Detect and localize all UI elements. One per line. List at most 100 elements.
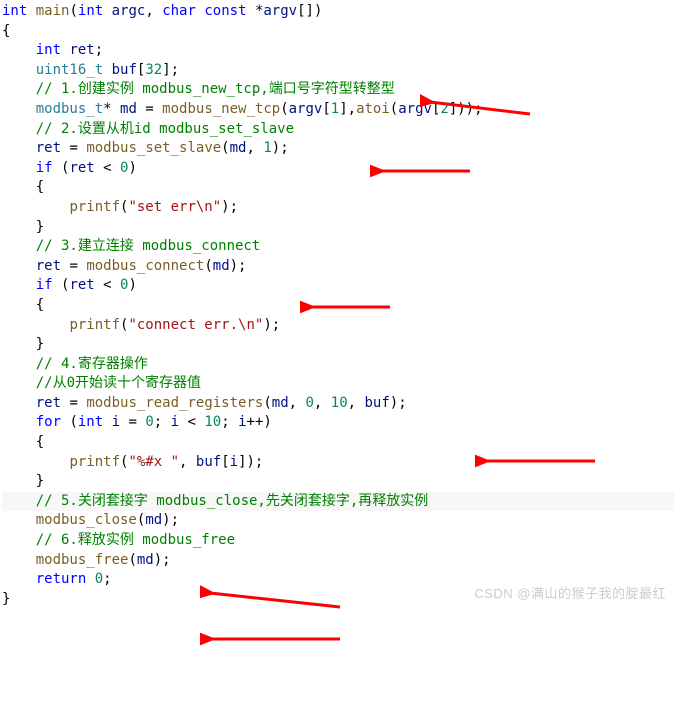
num: 0 <box>95 571 103 587</box>
line: } <box>2 219 44 235</box>
comment: // 6.释放实例 modbus_free <box>36 532 235 548</box>
line: printf("%#x ", buf[i]); <box>2 454 263 470</box>
line: // 4.寄存器操作 <box>2 356 148 372</box>
line: // 2.设置从机id modbus_set_slave <box>2 121 294 137</box>
num: 0 <box>120 277 128 293</box>
kw: for <box>36 414 61 430</box>
var: buf <box>112 62 137 78</box>
var: argv <box>398 101 432 117</box>
kw: char <box>162 3 196 19</box>
var: ret <box>69 160 94 176</box>
arrow-icon <box>200 628 350 650</box>
code-block: int main(int argc, char const *argv[]) {… <box>2 2 674 609</box>
line: int main(int argc, char const *argv[]) <box>2 3 322 19</box>
str: "connect err.\n" <box>128 317 263 333</box>
type: modbus_t <box>36 101 103 117</box>
line: //从0开始读十个寄存器值 <box>2 375 201 391</box>
str: "%#x " <box>128 454 179 470</box>
line: modbus_free(md); <box>2 552 171 568</box>
num: 32 <box>145 62 162 78</box>
line: } <box>2 473 44 489</box>
var: md <box>120 101 137 117</box>
line: int ret; <box>2 42 103 58</box>
kw: if <box>36 160 53 176</box>
func: modbus_close <box>36 512 137 528</box>
func: printf <box>69 317 120 333</box>
comment: // 1.创建实例 modbus_new_tcp,端口号字符型转整型 <box>36 81 395 97</box>
var: md <box>137 552 154 568</box>
num: 0 <box>120 160 128 176</box>
line: } <box>2 336 44 352</box>
line: uint16_t buf[32]; <box>2 62 179 78</box>
kw: return <box>36 571 87 587</box>
num: 1 <box>331 101 339 117</box>
func: printf <box>69 199 120 215</box>
var: argv <box>289 101 323 117</box>
func: modbus_set_slave <box>86 140 221 156</box>
comment: // 5.关闭套接字 modbus_close,先关闭套接字,再释放实例 <box>36 493 429 509</box>
func: modbus_connect <box>86 258 204 274</box>
line: return 0; <box>2 571 112 587</box>
func: printf <box>69 454 120 470</box>
comment: // 4.寄存器操作 <box>36 356 148 372</box>
line: // 1.创建实例 modbus_new_tcp,端口号字符型转整型 <box>2 81 395 97</box>
line: if (ret < 0) <box>2 277 137 293</box>
kw: const <box>204 3 246 19</box>
comment: // 2.设置从机id modbus_set_slave <box>36 121 294 137</box>
line: { <box>2 179 44 195</box>
var: argv <box>263 3 297 19</box>
var: ret <box>69 277 94 293</box>
comment: //从0开始读十个寄存器值 <box>36 375 201 391</box>
line: if (ret < 0) <box>2 160 137 176</box>
line: { <box>2 434 44 450</box>
kw: int <box>2 3 27 19</box>
line: } <box>2 591 10 607</box>
line: for (int i = 0; i < 10; i++) <box>2 414 272 430</box>
var: i <box>238 414 246 430</box>
line: // 5.关闭套接字 modbus_close,先关闭套接字,再释放实例 <box>2 492 674 512</box>
var: md <box>213 258 230 274</box>
var: argc <box>112 3 146 19</box>
type: uint16_t <box>36 62 103 78</box>
func-main: main <box>36 3 70 19</box>
line: ret = modbus_connect(md); <box>2 258 246 274</box>
var: ret <box>69 42 94 58</box>
num: 0 <box>145 414 153 430</box>
func: modbus_new_tcp <box>162 101 280 117</box>
var: ret <box>36 258 61 274</box>
num: 0 <box>305 395 313 411</box>
num: 10 <box>204 414 221 430</box>
var: i <box>112 414 120 430</box>
line: ret = modbus_read_registers(md, 0, 10, b… <box>2 395 407 411</box>
line: modbus_close(md); <box>2 512 179 528</box>
line: printf("set err\n"); <box>2 199 238 215</box>
var: i <box>171 414 179 430</box>
watermark: CSDN @满山的猴子我的腚最红 <box>474 585 666 603</box>
num: 1 <box>263 140 271 156</box>
kw: if <box>36 277 53 293</box>
line: // 6.释放实例 modbus_free <box>2 532 235 548</box>
var: ret <box>36 395 61 411</box>
var: md <box>272 395 289 411</box>
func: atoi <box>356 101 390 117</box>
num: 10 <box>331 395 348 411</box>
line: printf("connect err.\n"); <box>2 317 280 333</box>
line: { <box>2 23 10 39</box>
kw: int <box>78 414 103 430</box>
kw: int <box>78 3 103 19</box>
var: buf <box>196 454 221 470</box>
var: ret <box>36 140 61 156</box>
func: modbus_free <box>36 552 129 568</box>
kw: int <box>36 42 61 58</box>
line: ret = modbus_set_slave(md, 1); <box>2 140 289 156</box>
num: 2 <box>440 101 448 117</box>
line: { <box>2 297 44 313</box>
line: // 3.建立连接 modbus_connect <box>2 238 260 254</box>
var: buf <box>365 395 390 411</box>
line: modbus_t* md = modbus_new_tcp(argv[1],at… <box>2 101 483 117</box>
var: md <box>145 512 162 528</box>
var: i <box>230 454 238 470</box>
func: modbus_read_registers <box>86 395 263 411</box>
var: md <box>230 140 247 156</box>
str: "set err\n" <box>128 199 221 215</box>
